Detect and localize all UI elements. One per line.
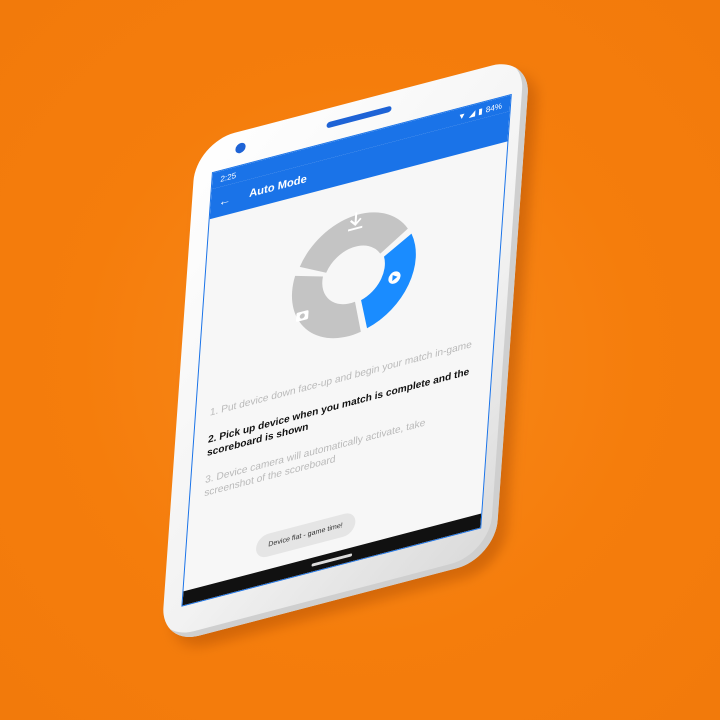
status-time: 2:25 xyxy=(220,170,237,184)
donut-segment-play[interactable] xyxy=(359,232,418,330)
home-indicator[interactable] xyxy=(311,552,353,567)
screen: 2:25 ▼ ◢ ▮ 84% ← Auto Mode 1. Put device… xyxy=(181,93,512,607)
mode-donut xyxy=(288,212,418,352)
wifi-icon: ▼ xyxy=(457,110,467,122)
battery-icon: ▮ xyxy=(478,105,484,117)
phone-body: 2:25 ▼ ◢ ▮ 84% ← Auto Mode 1. Put device… xyxy=(160,55,531,646)
phone: 2:25 ▼ ◢ ▮ 84% ← Auto Mode 1. Put device… xyxy=(159,50,550,666)
battery-level: 84% xyxy=(485,100,503,115)
arrow-left-icon[interactable]: ← xyxy=(218,190,237,209)
front-camera xyxy=(235,141,246,155)
speaker-grille xyxy=(326,105,392,129)
donut-segment-camera[interactable] xyxy=(288,257,366,352)
signal-icon: ◢ xyxy=(468,107,476,119)
scene: 2:25 ▼ ◢ ▮ 84% ← Auto Mode 1. Put device… xyxy=(0,0,720,720)
